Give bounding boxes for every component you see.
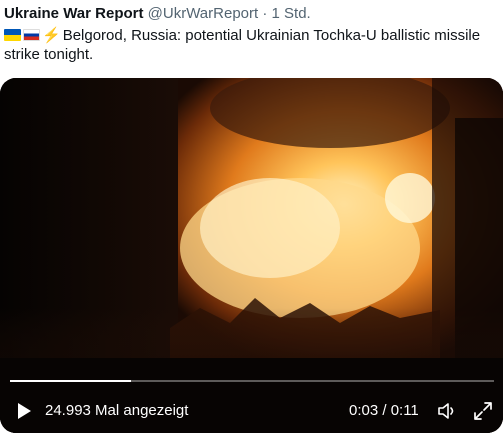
tweet-timestamp[interactable]: 1 Std.	[272, 5, 311, 22]
ukraine-flag-icon	[4, 29, 21, 41]
tweet-header: Ukraine War Report @UkrWarReport · 1 Std…	[4, 4, 499, 23]
author-handle[interactable]: @UkrWarReport	[148, 5, 259, 22]
author-name[interactable]: Ukraine War Report	[4, 5, 143, 22]
fullscreen-icon[interactable]	[472, 400, 494, 422]
video-controls: 24.993 Mal angezeigt 0:03 / 0:11	[0, 396, 503, 426]
time-readout: 0:03 / 0:11	[349, 402, 419, 419]
play-icon[interactable]	[16, 402, 32, 420]
video-player[interactable]: 24.993 Mal angezeigt 0:03 / 0:11	[0, 78, 503, 433]
tweet-text: ⚡ Belgorod, Russia: potential Ukrainian T…	[4, 26, 494, 64]
russia-flag-icon	[23, 29, 40, 41]
lightning-bolt-icon: ⚡	[42, 27, 61, 44]
view-count: 24.993 Mal angezeigt	[45, 402, 189, 419]
separator-dot: ·	[262, 5, 268, 22]
progress-bar[interactable]	[10, 380, 494, 382]
progress-bar-fill	[10, 380, 131, 382]
tweet-body-text: Belgorod, Russia: potential Ukrainian To…	[4, 27, 481, 63]
volume-icon[interactable]	[436, 400, 458, 422]
